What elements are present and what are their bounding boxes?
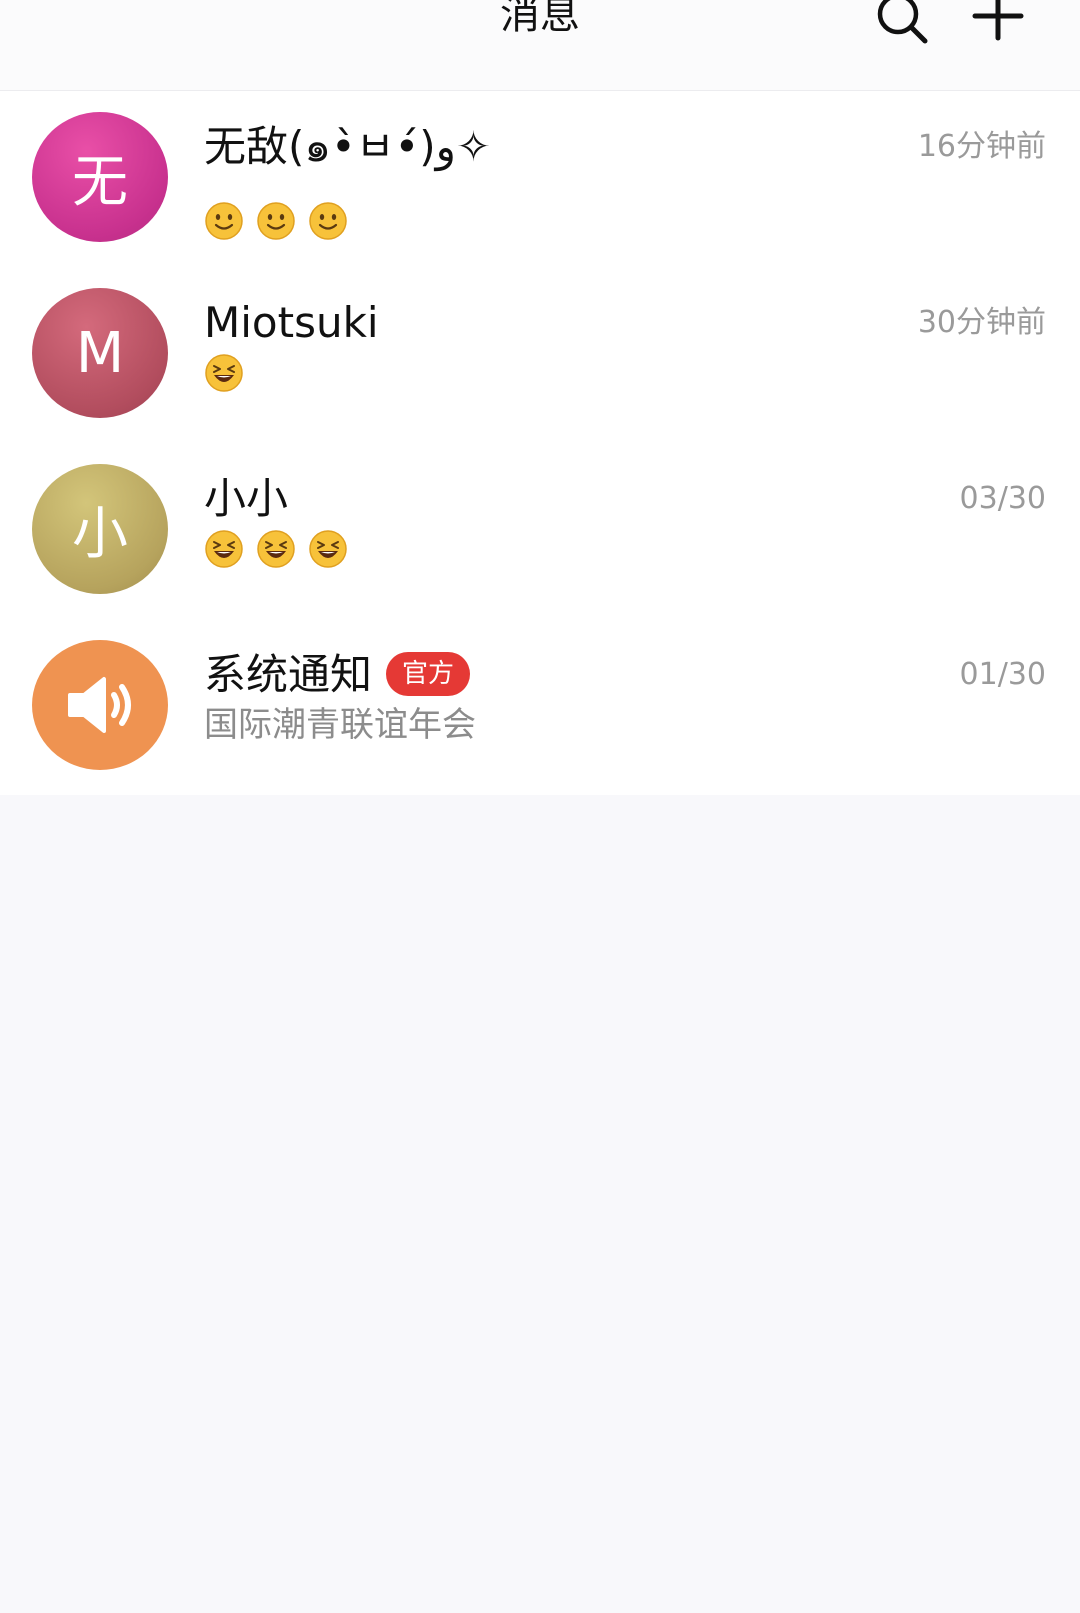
top-bar: 消息 bbox=[0, 0, 1080, 91]
conversation-name: 小小 bbox=[204, 474, 289, 523]
plus-icon bbox=[972, 0, 1024, 41]
message-preview: 国际潮青联谊年会 bbox=[204, 703, 476, 747]
conversation-time: 16分钟前 bbox=[917, 129, 1046, 164]
smile-emoji-icon bbox=[309, 202, 347, 240]
conversation-time: 30分钟前 bbox=[917, 305, 1046, 340]
add-button[interactable] bbox=[965, 0, 1035, 54]
smile-emoji-icon bbox=[205, 202, 243, 240]
avatar bbox=[32, 640, 168, 770]
message-preview bbox=[204, 351, 244, 395]
avatar: 无 bbox=[32, 112, 168, 242]
conversation-time: 03/30 bbox=[959, 481, 1046, 516]
grin-emoji-icon bbox=[257, 530, 295, 568]
conversation-name: 无敌(๑•̀ㅂ•́)و✧ bbox=[204, 122, 492, 171]
grin-emoji-icon bbox=[205, 530, 243, 568]
search-button[interactable] bbox=[870, 0, 940, 54]
official-badge: 官方 bbox=[386, 651, 471, 696]
message-preview bbox=[204, 199, 348, 243]
avatar: M bbox=[32, 288, 168, 418]
conversation-name-text: 系统通知 bbox=[204, 650, 373, 699]
conversation-row[interactable]: 系统通知 官方 01/30 国际潮青联谊年会 bbox=[0, 619, 1080, 795]
avatar: 小 bbox=[32, 464, 168, 594]
message-preview bbox=[204, 527, 348, 571]
conversation-list: 无 无敌(๑•̀ㅂ•́)و✧ 16分钟前 M Miotsuki 30分钟前 小 … bbox=[0, 91, 1080, 795]
conversation-name: 系统通知 官方 bbox=[204, 647, 471, 703]
message-preview-text: 国际潮青联谊年会 bbox=[204, 705, 476, 745]
conversation-name: Miotsuki bbox=[204, 298, 379, 347]
conversation-row[interactable]: M Miotsuki 30分钟前 bbox=[0, 267, 1080, 443]
smile-emoji-icon bbox=[257, 202, 295, 240]
speaker-icon bbox=[68, 677, 131, 733]
search-icon bbox=[877, 0, 928, 44]
conversation-time: 01/30 bbox=[959, 657, 1046, 692]
grin-emoji-icon bbox=[309, 530, 347, 568]
grin-emoji-icon bbox=[205, 354, 243, 392]
conversation-row[interactable]: 小 小小 03/30 bbox=[0, 443, 1080, 619]
conversation-row[interactable]: 无 无敌(๑•̀ㅂ•́)و✧ 16分钟前 bbox=[0, 91, 1080, 267]
